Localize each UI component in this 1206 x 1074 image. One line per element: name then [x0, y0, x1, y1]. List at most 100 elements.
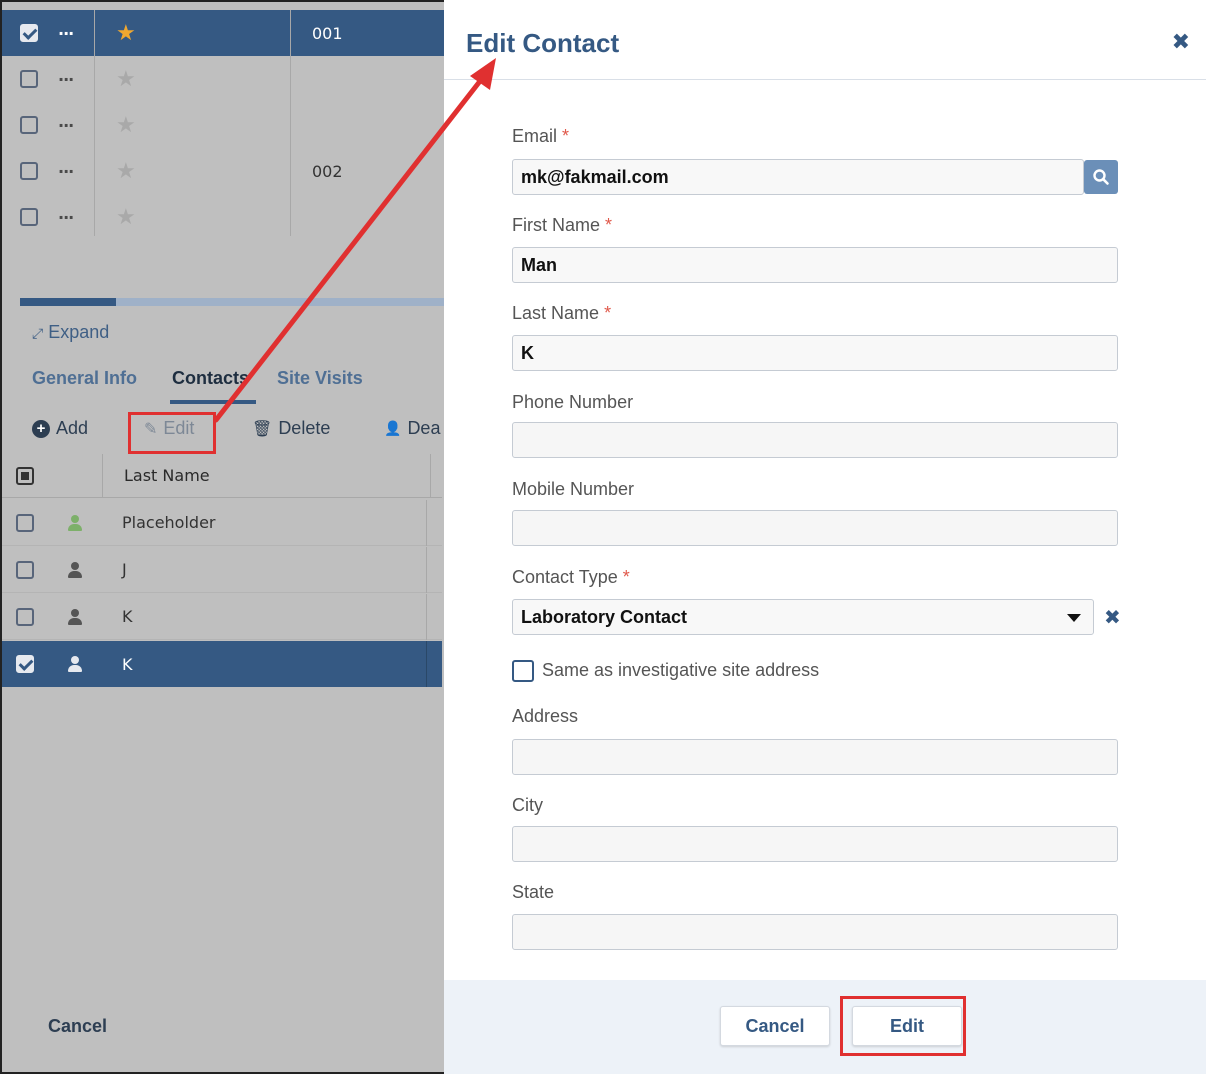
first-name-field[interactable]: Man [512, 247, 1118, 283]
email-search-button[interactable] [1084, 160, 1118, 194]
contact-last-name: Placeholder [122, 513, 216, 532]
chevron-down-icon [1067, 614, 1081, 622]
star-icon[interactable]: ★ [116, 159, 136, 184]
cancel-button[interactable]: Cancel [720, 1006, 830, 1046]
grid-row[interactable]: ··· ★ [2, 194, 462, 240]
active-tab-indicator [170, 400, 256, 404]
person-icon [68, 561, 82, 578]
contact-type-value: Laboratory Contact [521, 606, 688, 627]
state-field[interactable] [512, 914, 1118, 950]
grid-row[interactable]: ··· ★ 001 [2, 10, 462, 56]
dialog-header: Edit Contact ✖ [444, 0, 1206, 80]
star-icon[interactable]: ★ [116, 113, 136, 138]
mobile-number-field[interactable] [512, 510, 1118, 546]
phone-number-label: Phone Number [512, 392, 634, 412]
plus-circle-icon: + [32, 419, 50, 438]
same-address-checkbox[interactable] [512, 660, 534, 682]
expand-label: Expand [48, 322, 110, 342]
deactivate-button[interactable]: 👤 Dea [384, 418, 440, 439]
address-label: Address [512, 706, 579, 726]
delete-button[interactable]: 🗑 Delete [252, 418, 330, 439]
row-divider [426, 641, 427, 687]
required-mark: * [622, 567, 630, 587]
first-name-label: First Name * [512, 215, 612, 236]
contact-type-label: Contact Type * [512, 567, 630, 588]
row-menu-icon[interactable]: ··· [58, 70, 74, 89]
row-checkbox[interactable] [16, 607, 34, 626]
table-row[interactable]: Placeholder [2, 500, 442, 546]
address-field[interactable] [512, 739, 1118, 775]
edit-highlight-box [128, 412, 216, 454]
contact-last-name: J [122, 560, 127, 579]
tab-site-visits[interactable]: Site Visits [277, 368, 363, 389]
table-row-selected[interactable]: K [2, 641, 442, 687]
required-mark: * [604, 303, 612, 323]
row-divider [426, 594, 427, 640]
user-remove-icon: 👤 [384, 420, 402, 436]
dialog-title: Edit Contact [466, 28, 620, 58]
city-label: City [512, 795, 543, 815]
tab-contacts[interactable]: Contacts [172, 368, 249, 389]
state-label: State [512, 882, 555, 902]
first-name-label-text: First Name [512, 215, 601, 235]
person-icon [68, 608, 82, 625]
add-label: Add [56, 418, 89, 438]
row-menu-icon[interactable]: ··· [58, 24, 74, 43]
same-address-label[interactable]: Same as investigative site address [542, 660, 819, 681]
star-icon[interactable]: ★ [116, 205, 136, 230]
star-icon[interactable]: ★ [116, 67, 136, 92]
row-checkbox[interactable] [16, 655, 34, 673]
edit-submit-highlight-box [840, 996, 966, 1056]
clear-selection-icon[interactable]: ✖ [1104, 605, 1121, 629]
grid-row[interactable]: ··· ★ [2, 56, 462, 102]
edit-contact-dialog: Edit Contact ✖ Email * mk@fakmail.com Fi… [444, 0, 1206, 1074]
contacts-table-header: Last Name [2, 454, 442, 498]
tab-general-info[interactable]: General Info [32, 368, 137, 389]
row-checkbox[interactable] [16, 513, 34, 532]
email-field[interactable]: mk@fakmail.com [512, 159, 1084, 195]
table-row[interactable]: J [2, 547, 442, 593]
star-icon[interactable]: ★ [116, 21, 136, 46]
city-field[interactable] [512, 826, 1118, 862]
mobile-number-label: Mobile Number [512, 479, 635, 499]
contact-type-select[interactable]: Laboratory Contact [512, 599, 1094, 635]
contact-type-label-text: Contact Type [512, 567, 618, 587]
email-label: Email * [512, 126, 569, 147]
add-button[interactable]: + Add [32, 418, 88, 439]
deactivate-label: Dea [407, 418, 441, 438]
row-checkbox[interactable] [20, 70, 38, 88]
row-menu-icon[interactable]: ··· [58, 162, 74, 181]
phone-number-field[interactable] [512, 422, 1118, 458]
last-name-label-text: Last Name [512, 303, 600, 323]
person-icon [68, 514, 82, 531]
scrollbar-thumb[interactable] [20, 298, 116, 306]
select-all-checkbox[interactable] [16, 466, 34, 485]
table-row[interactable]: K [2, 594, 442, 640]
header-divider [430, 454, 431, 498]
row-code: 001 [312, 23, 343, 43]
required-mark: * [562, 126, 570, 146]
row-checkbox[interactable] [20, 208, 38, 226]
expand-link[interactable]: ⤢ Expand [32, 322, 109, 343]
close-icon[interactable]: ✖ [1172, 30, 1190, 55]
column-header-last-name[interactable]: Last Name [124, 466, 210, 485]
background-cancel-button[interactable]: Cancel [48, 1016, 107, 1037]
header-divider [102, 454, 103, 498]
contact-last-name: K [122, 607, 133, 626]
last-name-label: Last Name * [512, 303, 611, 324]
grid-divider [94, 10, 95, 236]
row-divider [426, 547, 427, 593]
row-checkbox[interactable] [20, 24, 38, 42]
contact-last-name: K [122, 654, 133, 674]
row-checkbox[interactable] [20, 116, 38, 134]
row-menu-icon[interactable]: ··· [58, 208, 74, 227]
row-checkbox[interactable] [16, 560, 34, 579]
row-code: 002 [312, 161, 343, 181]
person-icon [68, 656, 82, 672]
grid-row[interactable]: ··· ★ 002 [2, 148, 462, 194]
grid-row[interactable]: ··· ★ [2, 102, 462, 148]
row-checkbox[interactable] [20, 162, 38, 180]
last-name-field[interactable]: K [512, 335, 1118, 371]
row-menu-icon[interactable]: ··· [58, 116, 74, 135]
grid-divider [290, 10, 291, 236]
